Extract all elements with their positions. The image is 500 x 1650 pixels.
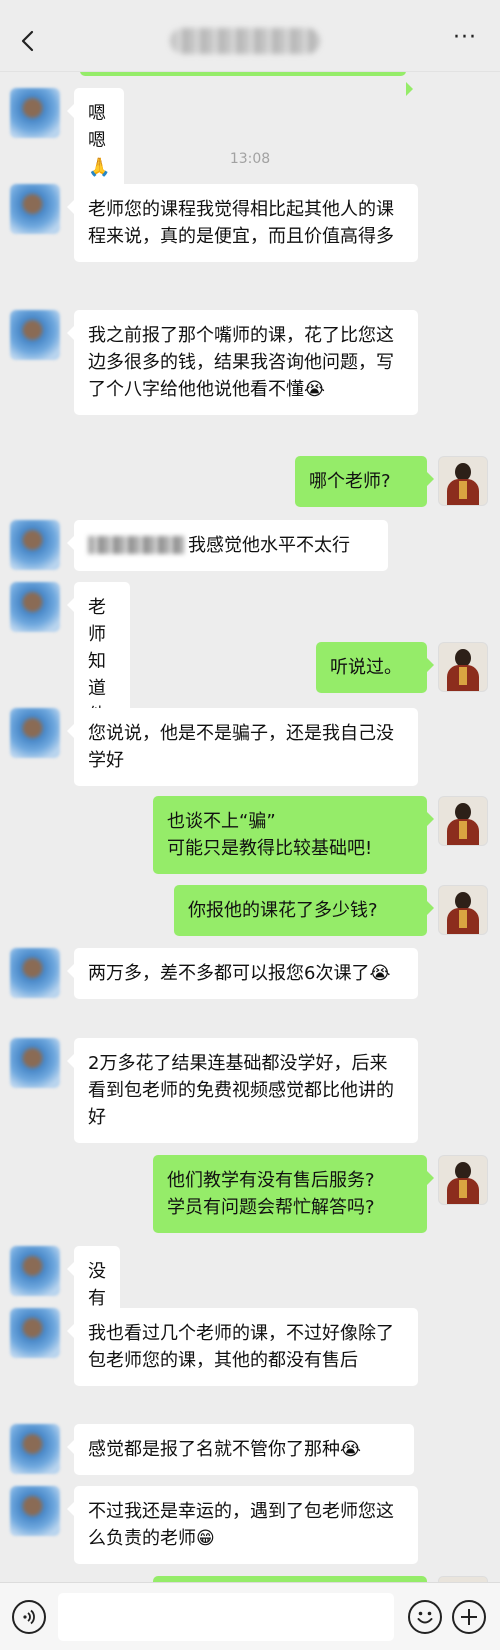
chat-area[interactable]: 嗯嗯🙏 13:08 老师您的课程我觉得相比起其他人的课程来说，真的是便宜，而且价… — [0, 72, 500, 1582]
contact-avatar[interactable] — [10, 310, 60, 360]
more-button[interactable]: ··· — [450, 27, 480, 54]
message-bubble[interactable]: 我之前报了那个嘴师的课，花了比您这边多很多的钱，结果我咨询他问题，写了个八字给他… — [67, 310, 418, 415]
message-bubble[interactable]: 哪个老师? — [295, 456, 434, 507]
back-button[interactable] — [14, 26, 44, 56]
message-bubble[interactable]: 嗯嗯🙏 — [66, 88, 125, 193]
contact-avatar[interactable] — [10, 948, 60, 998]
voice-button[interactable] — [12, 1600, 46, 1634]
emoji-button[interactable] — [408, 1600, 442, 1634]
input-bar — [0, 1582, 500, 1650]
contact-avatar[interactable] — [10, 708, 60, 758]
emoji-icon — [417, 1611, 433, 1624]
top-bar: ··· — [0, 8, 500, 72]
contact-avatar[interactable] — [10, 1038, 60, 1088]
message-bubble[interactable]: 听说过。 — [316, 642, 434, 693]
user-avatar[interactable] — [438, 885, 488, 935]
user-avatar[interactable] — [438, 1155, 488, 1205]
voice-icon — [23, 1609, 35, 1625]
status-bar — [0, 0, 500, 8]
message-bubble[interactable]: 我感觉他水平不太行 — [67, 520, 388, 571]
contact-avatar[interactable] — [10, 1486, 60, 1536]
message-bubble[interactable]: 两万多，差不多都可以报您6次课了😭 — [67, 948, 418, 999]
message-bubble[interactable]: 老师您的课程我觉得相比起其他人的课程来说，真的是便宜，而且价值高得多 — [67, 184, 418, 262]
user-avatar[interactable] — [438, 642, 488, 692]
message-bubble[interactable]: 您说说，他是不是骗子，还是我自己没学好 — [67, 708, 418, 786]
user-avatar[interactable] — [438, 796, 488, 846]
message-bubble[interactable]: 你报他的课花了多少钱? — [174, 885, 434, 936]
contact-avatar[interactable] — [10, 1246, 60, 1296]
contact-avatar[interactable] — [10, 582, 60, 632]
contact-avatar[interactable] — [10, 88, 60, 138]
contact-avatar[interactable] — [10, 1424, 60, 1474]
message-bubble[interactable]: 也谈不上“骗” 可能只是教得比较基础吧! — [153, 796, 434, 874]
contact-avatar[interactable] — [10, 1308, 60, 1358]
message-bubble[interactable]: 他们教学有没有售后服务? 学员有问题会帮忙解答吗? — [153, 1155, 434, 1233]
chevron-left-icon — [21, 30, 34, 52]
chat-title-redacted — [170, 28, 320, 54]
message-bubble[interactable]: 我也看过几个老师的课，不过好像除了包老师您的课，其他的都没有售后 — [67, 1308, 418, 1386]
message-bubble[interactable]: 2万多花了结果连基础都没学好，后来看到包老师的免费视频感觉都比他讲的好 — [67, 1038, 418, 1143]
timestamp: 13:08 — [229, 151, 271, 167]
contact-avatar[interactable] — [10, 520, 60, 570]
redacted-text — [88, 536, 184, 554]
plus-icon[interactable] — [452, 1600, 486, 1634]
contact-avatar[interactable] — [10, 184, 60, 234]
message-input[interactable] — [58, 1593, 394, 1641]
message-text: 我感觉他水平不太行 — [188, 535, 350, 556]
user-avatar[interactable] — [438, 456, 488, 506]
message-bubble[interactable]: 不过我还是幸运的，遇到了包老师您这么负责的老师😁 — [67, 1486, 418, 1564]
message-bubble[interactable]: 感觉都是报了名就不管你了那种😭 — [67, 1424, 414, 1475]
